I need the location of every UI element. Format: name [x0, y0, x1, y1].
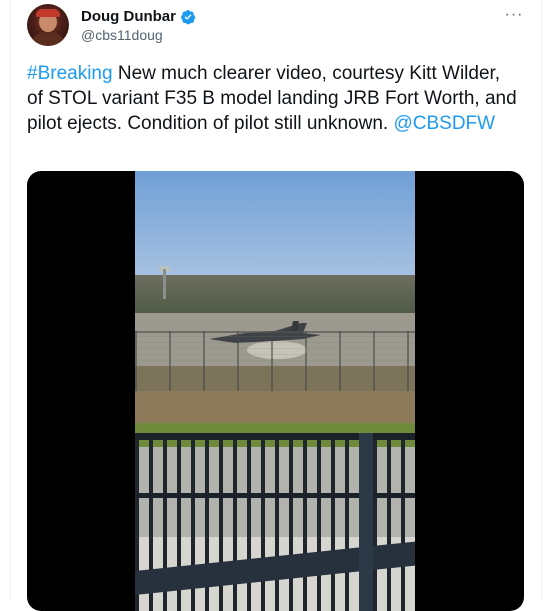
author-name-row: Doug Dunbar	[81, 8, 196, 25]
video-frame	[135, 171, 415, 611]
mention-link[interactable]: @CBSDFW	[393, 113, 495, 134]
author-avatar[interactable]	[27, 4, 69, 46]
tweet-text: #Breaking New much clearer video, courte…	[27, 61, 517, 136]
tweet-video[interactable]	[27, 171, 524, 611]
author-handle[interactable]: @cbs11doug	[81, 27, 163, 43]
more-options-icon[interactable]: ···	[501, 2, 527, 28]
verified-badge-icon	[180, 9, 196, 25]
hashtag-link[interactable]: #Breaking	[27, 63, 113, 84]
tweet-card[interactable]: Doug Dunbar @cbs11doug ··· #Breaking New…	[10, 0, 542, 611]
author-display-name[interactable]: Doug Dunbar	[81, 8, 176, 25]
